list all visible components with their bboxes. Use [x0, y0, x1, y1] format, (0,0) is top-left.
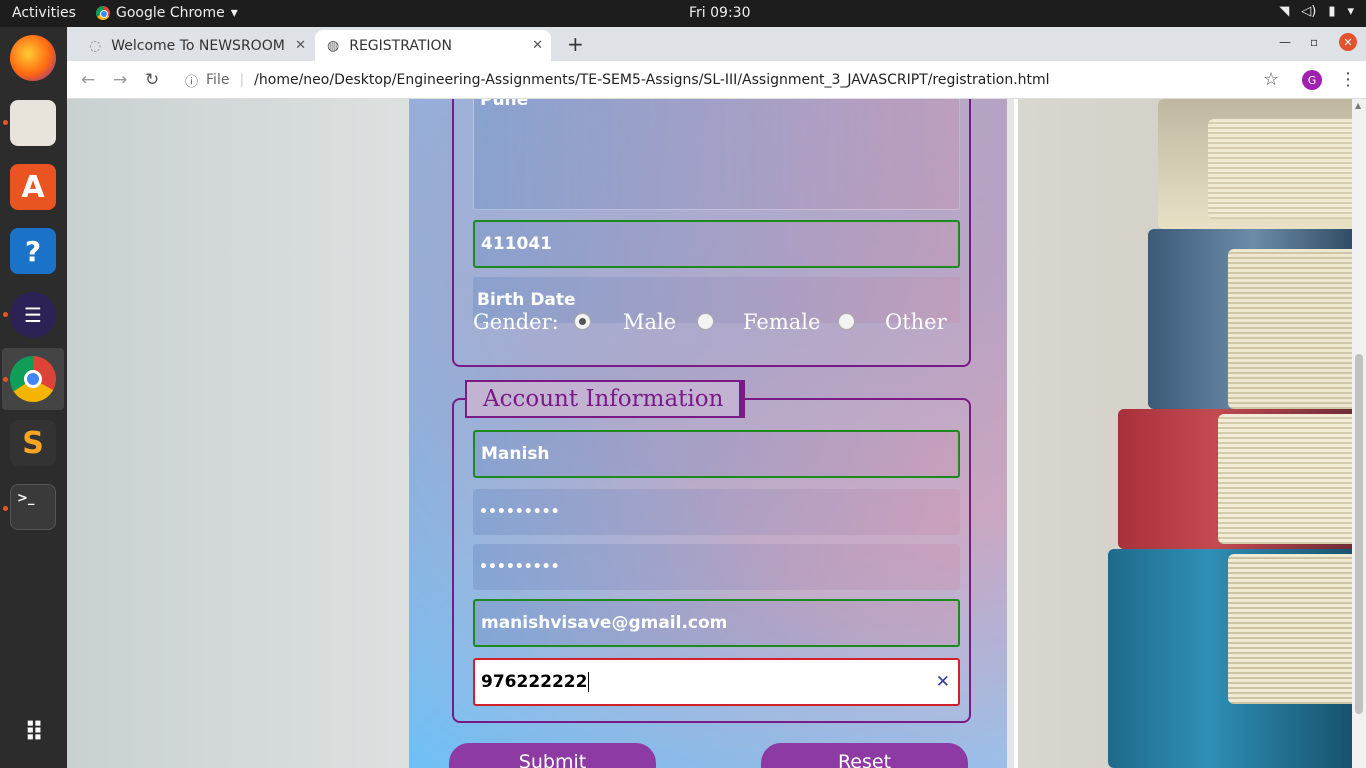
phone-input[interactable]: 976222222 ✕	[473, 658, 960, 706]
pincode-input[interactable]: 411041	[473, 220, 960, 268]
tab-strip: ◌ Welcome To NEWSROOM ✕ ◍ REGISTRATION ✕…	[67, 27, 1366, 61]
clock[interactable]: Fri 09:30	[689, 5, 750, 21]
globe-icon: ◍	[327, 37, 340, 54]
minimize-button[interactable]: —	[1279, 35, 1291, 49]
password-input[interactable]: •••••••••	[473, 489, 960, 535]
maximize-button[interactable]: ▫	[1310, 35, 1318, 49]
wifi-icon: ◥	[1279, 4, 1290, 19]
reset-label: Reset	[837, 751, 892, 768]
running-indicator	[3, 120, 8, 125]
toolbar: ← → ↻ ⓘ File | /home/neo/Desktop/Enginee…	[67, 61, 1366, 99]
info-icon[interactable]: ⓘ	[185, 71, 198, 90]
running-indicator	[3, 377, 8, 382]
terminal-icon[interactable]: >_	[10, 484, 56, 530]
legend-text: Account Information	[483, 386, 724, 412]
email-value: manishvisave@gmail.com	[481, 613, 728, 633]
gender-option-other[interactable]: Other	[885, 310, 947, 334]
help-icon[interactable]: ?	[10, 228, 56, 274]
submit-button[interactable]: Submit	[449, 743, 656, 768]
address-bar[interactable]: ⓘ File | /home/neo/Desktop/Engineering-A…	[177, 66, 1297, 94]
password-value: •••••••••	[479, 504, 560, 520]
gender-label: Gender:	[473, 310, 559, 334]
close-icon[interactable]: ✕	[295, 38, 306, 53]
phone-value: 976222222	[481, 672, 588, 692]
address-textarea[interactable]: Pune	[473, 99, 960, 210]
firefox-icon[interactable]	[10, 35, 56, 81]
running-indicator	[3, 506, 8, 511]
email-input[interactable]: manishvisave@gmail.com	[473, 599, 960, 647]
app-menu[interactable]: Google Chrome ▾	[96, 5, 238, 21]
username-input[interactable]: Manish	[473, 430, 960, 478]
personal-info-fieldset: Pune 411041 Birth Date Gender: Male Fema…	[452, 99, 971, 367]
submit-label: Submit	[518, 751, 587, 768]
registration-form: Pune 411041 Birth Date Gender: Male Fema…	[409, 99, 1007, 768]
chrome-icon[interactable]	[10, 356, 56, 402]
account-info-fieldset: Manish ••••••••• ••••••••• manishvisave@…	[452, 398, 971, 723]
tab-newsroom[interactable]: ◌ Welcome To NEWSROOM ✕	[79, 30, 314, 61]
scrollbar-thumb[interactable]	[1355, 354, 1363, 714]
forward-button[interactable]: →	[113, 70, 127, 90]
account-info-legend: Account Information	[465, 380, 746, 418]
activities-button[interactable]: Activities	[12, 5, 76, 21]
separator: |	[239, 72, 245, 88]
eclipse-icon[interactable]: ☰	[10, 292, 56, 338]
show-apps-icon[interactable]: ⠿	[10, 710, 56, 756]
tab-registration[interactable]: ◍ REGISTRATION ✕	[315, 30, 551, 61]
birth-date-placeholder: Birth Date	[477, 290, 576, 310]
profile-avatar[interactable]: G	[1302, 70, 1322, 90]
pincode-value: 411041	[481, 234, 552, 254]
chevron-down-icon: ▾	[1347, 4, 1354, 19]
close-window-button[interactable]: ✕	[1339, 33, 1357, 51]
chevron-down-icon: ▾	[230, 5, 238, 21]
username-value: Manish	[481, 444, 550, 464]
reload-button[interactable]: ↻	[145, 70, 159, 90]
clear-icon[interactable]: ✕	[936, 672, 950, 692]
gender-option-female[interactable]: Female	[743, 310, 820, 334]
tab-title: Welcome To NEWSROOM	[111, 37, 285, 54]
books-background-image	[1014, 99, 1352, 768]
bookmark-star-icon[interactable]: ☆	[1263, 69, 1279, 90]
battery-icon: ▮	[1328, 4, 1336, 19]
vertical-scrollbar[interactable]: ▲	[1352, 99, 1366, 768]
scroll-up-icon[interactable]: ▲	[1355, 101, 1361, 110]
gender-radio-other[interactable]	[838, 313, 855, 330]
globe-icon: ◌	[89, 37, 102, 54]
menu-icon[interactable]: ⋮	[1339, 69, 1357, 90]
address-value: Pune	[480, 99, 529, 110]
gender-option-male[interactable]: Male	[623, 310, 676, 334]
system-top-bar: Activities Google Chrome ▾ Fri 09:30 ◥ ◁…	[0, 0, 1366, 27]
text-cursor	[588, 672, 590, 692]
confirm-password-value: •••••••••	[479, 559, 560, 575]
running-indicator	[3, 312, 8, 317]
app-menu-label: Google Chrome	[116, 5, 225, 21]
new-tab-button[interactable]: +	[567, 32, 584, 56]
system-tray[interactable]: ◥ ◁) ▮ ▾	[1279, 4, 1354, 19]
close-icon[interactable]: ✕	[532, 38, 543, 53]
reset-button[interactable]: Reset	[761, 743, 968, 768]
files-icon[interactable]	[10, 100, 56, 146]
confirm-password-input[interactable]: •••••••••	[473, 544, 960, 590]
back-button[interactable]: ←	[81, 70, 95, 90]
gender-radio-female[interactable]	[697, 313, 714, 330]
gender-radio-male[interactable]	[574, 313, 591, 330]
sublime-text-icon[interactable]: S	[10, 420, 56, 466]
scheme-label: File	[206, 72, 230, 88]
software-center-icon[interactable]: A	[10, 164, 56, 210]
chrome-icon	[96, 6, 110, 20]
page-viewport[interactable]: Pune 411041 Birth Date Gender: Male Fema…	[67, 99, 1352, 768]
url-text[interactable]: /home/neo/Desktop/Engineering-Assignment…	[254, 72, 1049, 88]
volume-icon: ◁)	[1301, 4, 1317, 19]
tab-title: REGISTRATION	[349, 37, 453, 54]
dock: A ? ☰ S >_ ⠿	[0, 27, 67, 768]
